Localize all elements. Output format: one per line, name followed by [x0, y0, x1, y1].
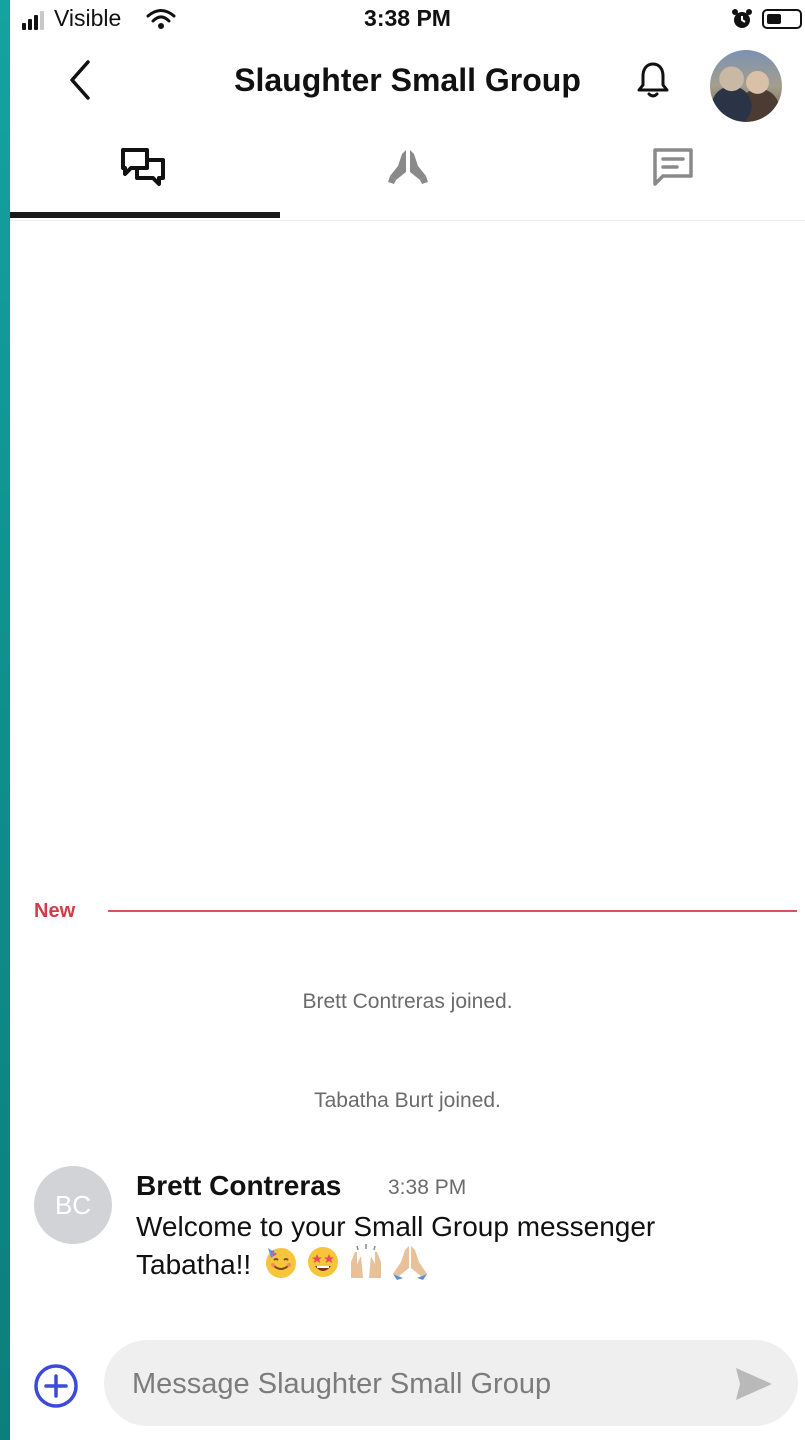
- message-input[interactable]: [130, 1340, 716, 1428]
- add-attachment-button[interactable]: [32, 1362, 80, 1415]
- tab-prayer[interactable]: [275, 126, 540, 218]
- status-time: 3:38 PM: [364, 5, 451, 31]
- group-avatar[interactable]: [710, 50, 782, 122]
- message-author[interactable]: Brett Contreras: [136, 1170, 341, 1202]
- header: Slaughter Small Group: [10, 42, 805, 124]
- system-message: Tabatha Burt joined.: [314, 1089, 501, 1112]
- tab-chat[interactable]: [10, 126, 275, 218]
- new-messages-divider: New: [10, 896, 805, 926]
- plus-circle-icon: [34, 1364, 78, 1408]
- chat-message: BC Brett Contreras 3:38 PM Welcome to yo…: [34, 1166, 794, 1296]
- emoji-group: [263, 1244, 429, 1280]
- divider-line: [108, 910, 797, 912]
- battery-level: [767, 14, 781, 24]
- tab-posts[interactable]: [540, 126, 805, 218]
- tab-bar: [10, 126, 805, 221]
- system-message: Brett Contreras joined.: [302, 990, 513, 1013]
- page-edge-strip: [0, 0, 10, 1440]
- page-title: Slaughter Small Group: [234, 62, 581, 98]
- active-tab-indicator: [10, 212, 280, 218]
- status-bar: Visible 3:38 PM: [10, 0, 805, 40]
- chat-bubbles-icon: [120, 148, 165, 186]
- star-struck-icon: [307, 1247, 338, 1277]
- avatar[interactable]: BC: [34, 1166, 112, 1244]
- raising-hands-icon: [350, 1244, 381, 1278]
- back-button[interactable]: [60, 56, 100, 104]
- send-button[interactable]: [734, 1366, 774, 1407]
- partying-face-icon: [265, 1248, 296, 1278]
- app-screen: Visible 3:38 PM Slaughter Small Group Ne…: [10, 0, 805, 1440]
- new-label: New: [34, 900, 76, 922]
- message-body: Welcome to your Small Group messenger Ta…: [136, 1210, 776, 1282]
- message-input-container: [104, 1340, 798, 1428]
- message-square-icon: [652, 148, 693, 186]
- alarm-icon: [732, 9, 752, 28]
- chevron-left-icon: [70, 60, 90, 100]
- message-timestamp: 3:38 PM: [388, 1176, 467, 1199]
- bell-icon: [637, 62, 669, 98]
- battery-icon: [762, 9, 802, 29]
- praying-hands-icon: [387, 150, 428, 184]
- notifications-button[interactable]: [636, 60, 670, 105]
- message-composer: [10, 1336, 805, 1432]
- folded-hands-icon: [392, 1246, 427, 1280]
- send-icon: [736, 1368, 772, 1400]
